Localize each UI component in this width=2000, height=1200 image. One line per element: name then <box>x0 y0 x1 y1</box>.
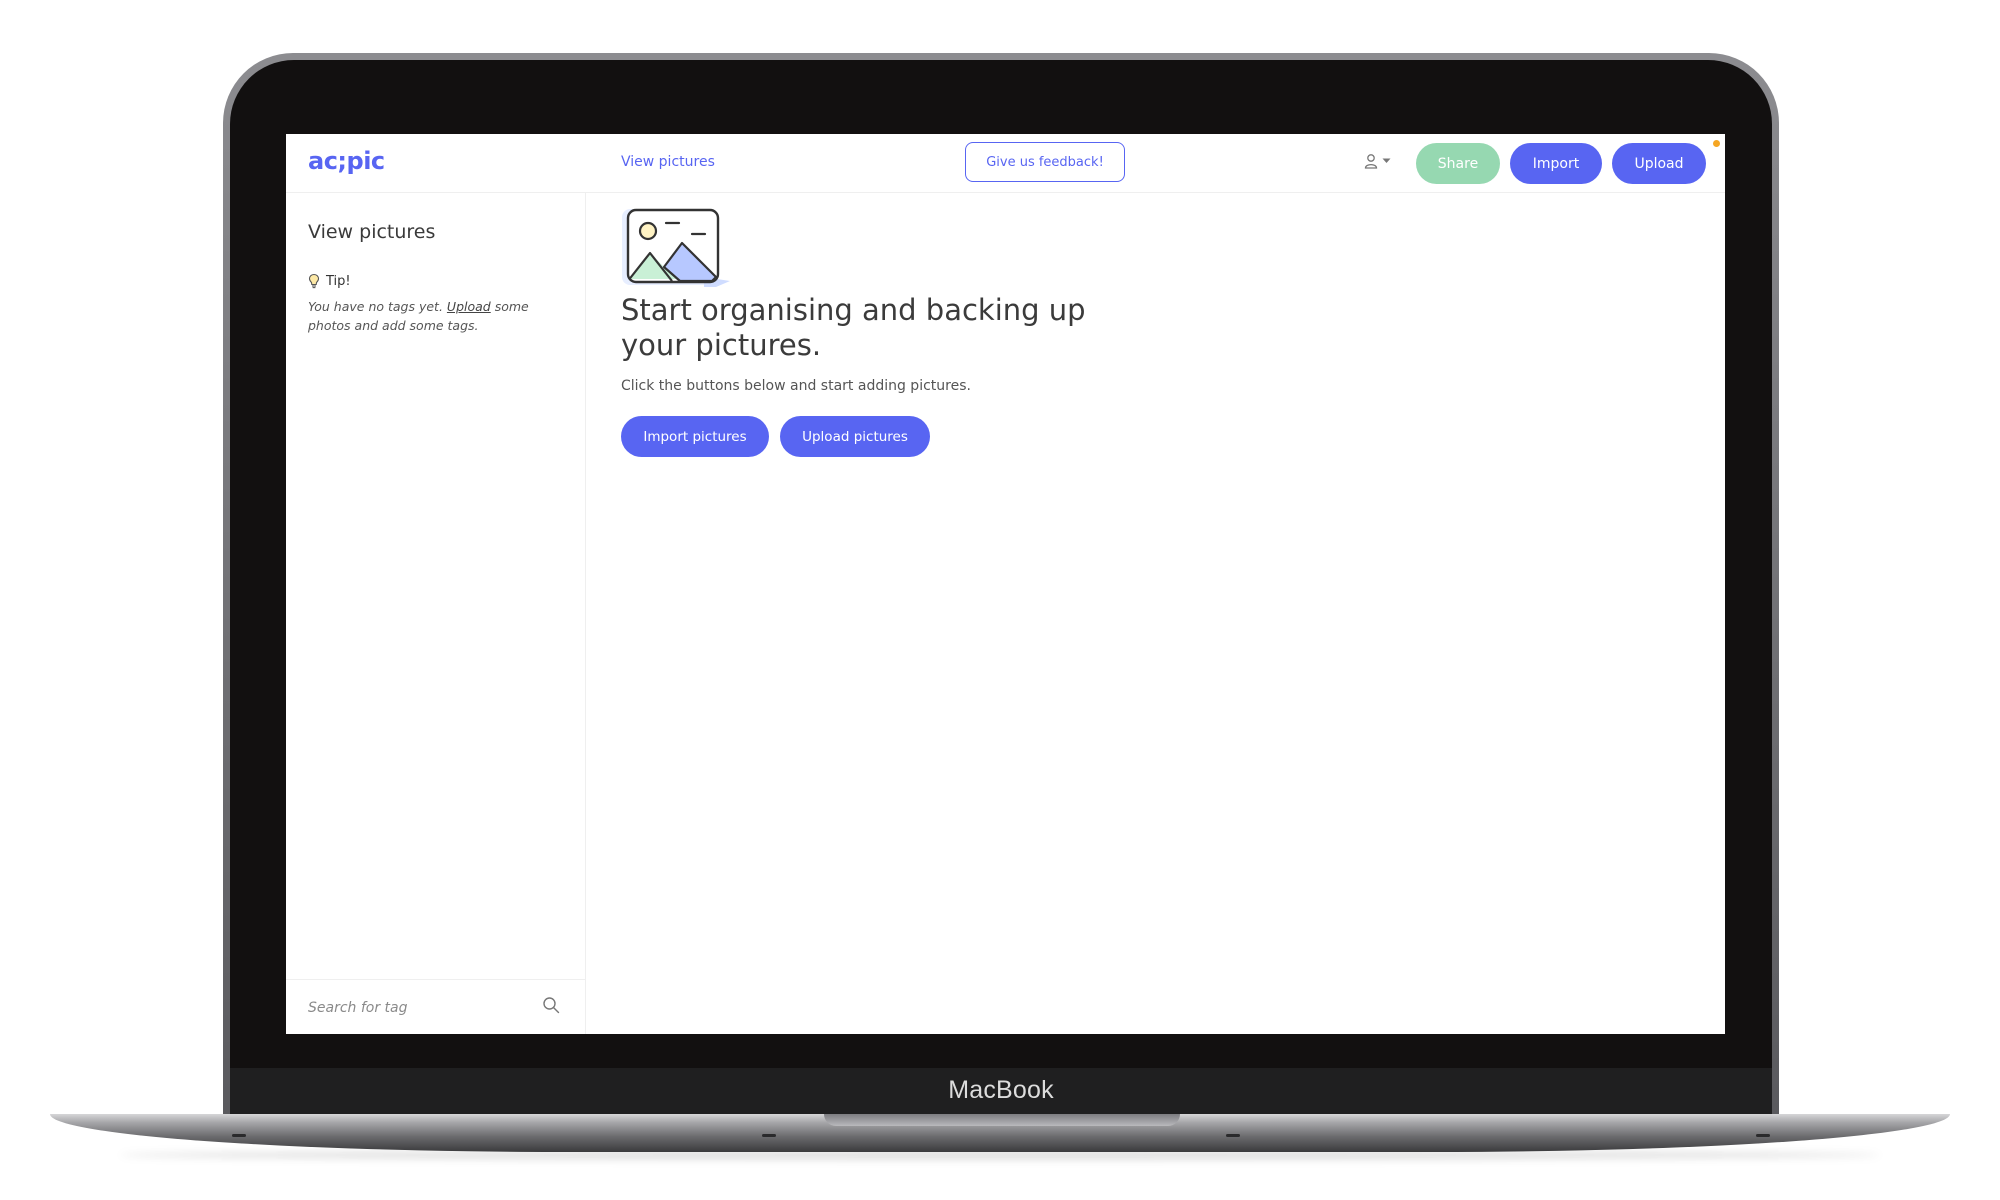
share-button[interactable]: Share <box>1416 143 1500 184</box>
laptop-foot <box>1756 1134 1770 1137</box>
chevron-down-icon <box>1382 158 1391 163</box>
laptop-foot <box>1226 1134 1240 1137</box>
tag-search-box <box>286 979 585 1034</box>
search-icon[interactable] <box>542 996 560 1014</box>
device-brand-label: MacBook <box>948 1076 1054 1104</box>
nav-view-pictures[interactable]: View pictures <box>621 154 715 170</box>
page-subtext: Click the buttons below and start adding… <box>621 378 971 394</box>
user-menu-dropdown[interactable] <box>1364 150 1391 172</box>
app-logo[interactable]: ac;pic <box>308 147 385 175</box>
tip-text: You have no tags yet. Upload some photos… <box>308 297 558 335</box>
import-button[interactable]: Import <box>1510 143 1602 184</box>
import-pictures-button[interactable]: Import pictures <box>621 416 769 457</box>
app-screen: ac;pic View pictures Give us feedback! S… <box>286 134 1725 1034</box>
upload-button[interactable]: Upload <box>1612 143 1706 184</box>
laptop-foot <box>762 1134 776 1137</box>
notification-dot <box>1713 140 1720 147</box>
feedback-button[interactable]: Give us feedback! <box>965 142 1125 182</box>
sidebar: View pictures Tip! You have no tags yet.… <box>286 193 586 1034</box>
page-headline: Start organising and backing up your pic… <box>621 293 1086 362</box>
tip-upload-link[interactable]: Upload <box>447 299 491 314</box>
sidebar-title: View pictures <box>308 221 436 243</box>
tip-text-before: You have no tags yet. <box>308 299 447 314</box>
app-header: ac;pic View pictures Give us feedback! S… <box>286 134 1725 193</box>
upload-pictures-button[interactable]: Upload pictures <box>780 416 930 457</box>
picture-icon <box>622 208 730 287</box>
laptop-foot <box>232 1134 246 1137</box>
laptop-opening-notch <box>824 1114 1180 1126</box>
tip-heading: Tip! <box>308 273 351 289</box>
tip-label: Tip! <box>326 273 351 289</box>
lightbulb-icon <box>308 273 320 289</box>
user-icon <box>1364 154 1378 169</box>
tag-search-input[interactable] <box>306 994 530 1022</box>
main-content: Start organising and backing up your pic… <box>586 193 1725 1034</box>
